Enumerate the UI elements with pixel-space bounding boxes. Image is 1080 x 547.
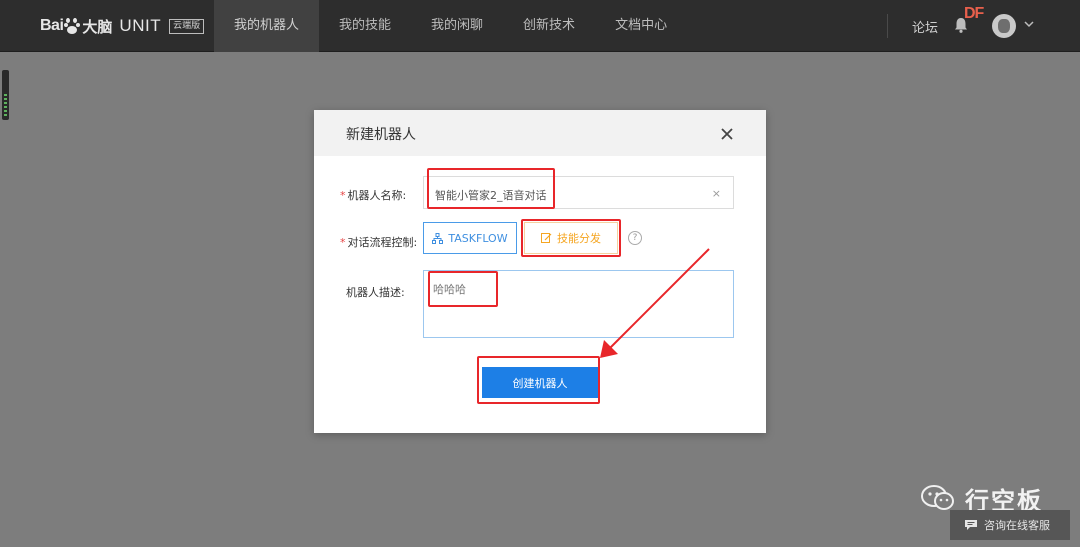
- taskflow-option-button[interactable]: TASKFLOW: [423, 222, 517, 254]
- main-nav: 我的机器人 我的技能 我的闲聊 创新技术 文档中心: [214, 0, 687, 52]
- side-scroll-handle[interactable]: [2, 70, 9, 120]
- baidu-paw-icon: [64, 18, 81, 34]
- logo-bai-text: Bai: [40, 17, 64, 34]
- baidu-unit-logo[interactable]: Bai 大脑 UNIT 云端版: [40, 14, 205, 38]
- dialog-header: 新建机器人: [314, 110, 766, 156]
- flow-control-label-text: 对话流程控制:: [347, 236, 418, 249]
- top-nav-bar: Bai 大脑 UNIT 云端版 我的机器人 我的技能 我的闲聊 创新技术 文档中…: [0, 0, 1080, 52]
- annotation-box-name: [427, 168, 555, 209]
- robot-name-label: * 机器人名称:: [340, 187, 406, 203]
- close-icon[interactable]: [720, 127, 734, 141]
- taskflow-label: TASKFLOW: [448, 231, 508, 245]
- chevron-down-icon[interactable]: [1024, 19, 1034, 29]
- nav-innovation[interactable]: 创新技术: [503, 0, 595, 52]
- flow-icon: [432, 232, 444, 244]
- online-support-button[interactable]: 咨询在线客服: [950, 510, 1070, 540]
- nav-my-robots[interactable]: 我的机器人: [214, 0, 320, 52]
- clear-input-icon[interactable]: ×: [712, 187, 721, 200]
- nav-docs[interactable]: 文档中心: [595, 0, 687, 52]
- online-support-label: 咨询在线客服: [984, 519, 1050, 532]
- robot-desc-label: 机器人描述:: [346, 286, 405, 299]
- annotation-box-create: [477, 356, 600, 404]
- annotation-box-desc: [428, 271, 498, 307]
- nav-my-chitchat[interactable]: 我的闲聊: [411, 0, 503, 52]
- logo-unit-text: UNIT: [119, 16, 162, 35]
- flow-control-label: * 对话流程控制:: [340, 234, 417, 250]
- annotation-arrow: [600, 248, 710, 358]
- required-mark: *: [340, 189, 346, 202]
- forum-link[interactable]: 论坛: [912, 17, 938, 36]
- topbar-divider: [887, 14, 888, 38]
- wechat-icon: [921, 485, 954, 510]
- required-mark: *: [340, 236, 346, 249]
- dialog-title: 新建机器人: [346, 127, 416, 143]
- logo-dana-text: 大脑: [82, 17, 113, 36]
- cloud-edition-badge: 云端版: [169, 18, 205, 34]
- user-avatar[interactable]: [992, 14, 1016, 38]
- nav-my-skills[interactable]: 我的技能: [319, 0, 411, 52]
- chat-bubble-icon: [965, 520, 977, 530]
- df-watermark: DF: [964, 5, 984, 22]
- robot-name-label-text: 机器人名称:: [347, 189, 407, 202]
